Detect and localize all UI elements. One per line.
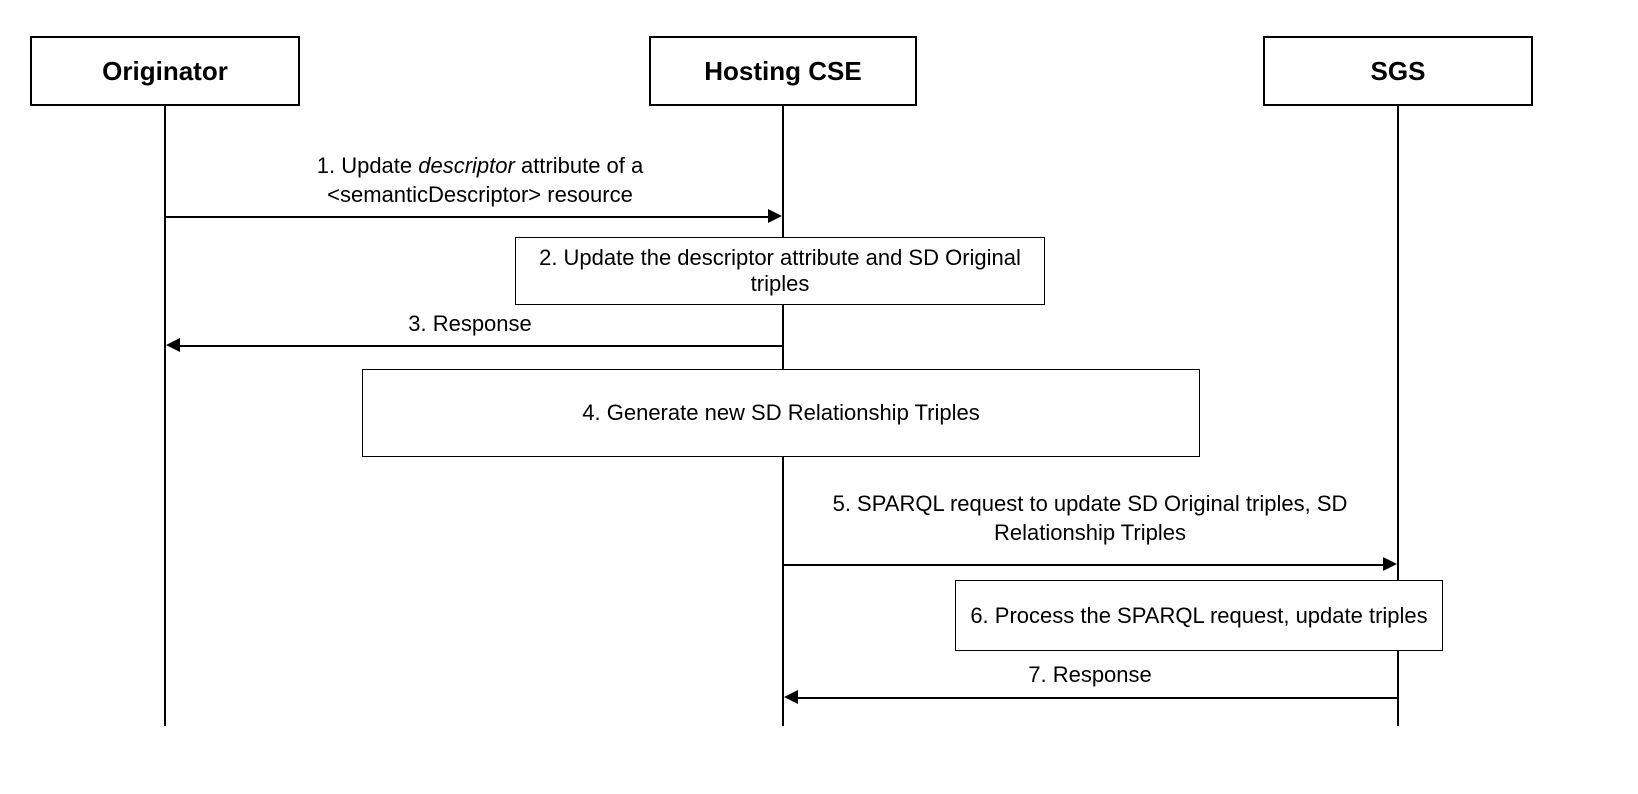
participant-sgs-label: SGS	[1371, 56, 1426, 87]
message-1-italic: descriptor	[418, 153, 515, 178]
step-6-box: 6. Process the SPARQL request, update tr…	[955, 580, 1443, 651]
arrow-7-head	[784, 690, 798, 704]
message-1-post: attribute of a	[515, 153, 643, 178]
message-3-label: 3. Response	[390, 310, 550, 339]
participant-originator: Originator	[30, 36, 300, 106]
message-5-text: 5. SPARQL request to update SD Original …	[833, 491, 1348, 545]
arrow-7	[798, 697, 1397, 699]
step-2-label: 2. Update the descriptor attribute and S…	[528, 245, 1032, 297]
arrow-1	[166, 216, 770, 218]
participant-originator-label: Originator	[102, 56, 228, 87]
participant-sgs: SGS	[1263, 36, 1533, 106]
message-5-label: 5. SPARQL request to update SD Original …	[800, 490, 1380, 547]
step-2-box: 2. Update the descriptor attribute and S…	[515, 237, 1045, 305]
step-6-label: 6. Process the SPARQL request, update tr…	[970, 603, 1427, 629]
arrow-3	[180, 345, 782, 347]
arrow-3-head	[166, 338, 180, 352]
message-7-label: 7. Response	[1000, 661, 1180, 690]
message-3-text: 3. Response	[408, 311, 532, 336]
message-7-text: 7. Response	[1028, 662, 1152, 687]
participant-hosting-cse-label: Hosting CSE	[704, 56, 861, 87]
message-1-line2: <semanticDescriptor> resource	[327, 182, 633, 207]
arrow-5	[784, 564, 1385, 566]
message-1-pre: 1. Update	[317, 153, 419, 178]
step-4-label: 4. Generate new SD Relationship Triples	[582, 400, 979, 426]
step-4-box: 4. Generate new SD Relationship Triples	[362, 369, 1200, 457]
message-1-label: 1. Update descriptor attribute of a <sem…	[260, 152, 700, 209]
participant-hosting-cse: Hosting CSE	[649, 36, 917, 106]
lifeline-originator	[164, 106, 166, 726]
arrow-1-head	[768, 209, 782, 223]
arrow-5-head	[1383, 557, 1397, 571]
